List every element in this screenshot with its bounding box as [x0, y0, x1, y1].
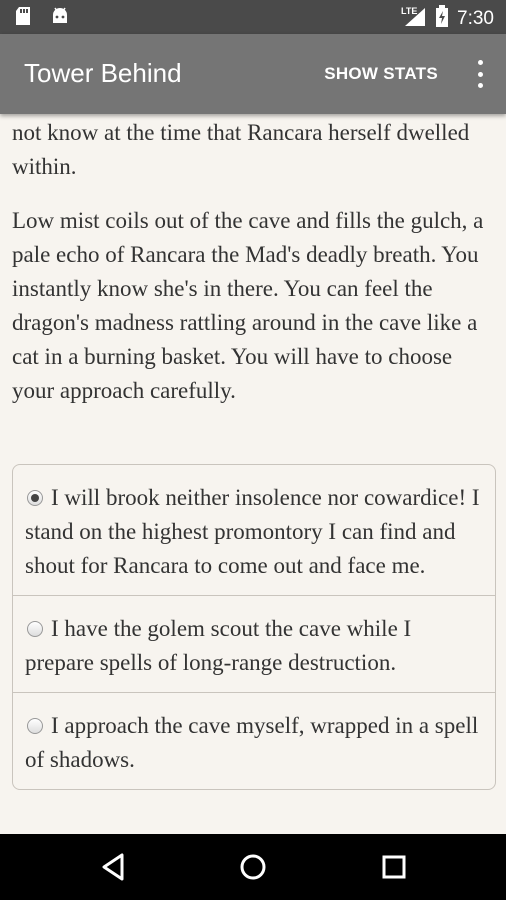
radio-unselected-icon[interactable] — [27, 717, 43, 734]
app-title: Tower Behind — [24, 58, 182, 88]
story-paragraph: Low mist coils out of the cave and fills… — [12, 208, 484, 403]
choice-option-3[interactable]: I approach the cave myself, wrapped in a… — [13, 692, 495, 789]
radio-selected-icon[interactable] — [27, 489, 43, 506]
story-paragraph: not know at the time that Rancara hersel… — [12, 120, 470, 179]
signal-icon: LTE — [401, 5, 427, 33]
clock: 7:30 — [457, 8, 494, 29]
navigation-bar — [0, 834, 506, 900]
choice-label: I will brook neither insolence nor cowar… — [25, 485, 480, 578]
sd-card-icon — [14, 6, 32, 31]
back-icon[interactable] — [97, 850, 131, 884]
recents-icon[interactable] — [377, 850, 411, 884]
status-bar: LTE 7:30 — [0, 0, 506, 34]
choice-list: I will brook neither insolence nor cowar… — [12, 464, 496, 790]
choice-option-1[interactable]: I will brook neither insolence nor cowar… — [13, 465, 495, 595]
app-bar: Tower Behind SHOW STATS — [0, 34, 506, 114]
network-label: LTE — [401, 6, 417, 16]
choice-label: I approach the cave myself, wrapped in a… — [25, 713, 479, 772]
more-vert-icon[interactable] — [476, 60, 484, 88]
battery-icon — [435, 5, 449, 33]
story-scroll-area[interactable]: not know at the time that Rancara hersel… — [0, 114, 506, 834]
choice-option-2[interactable]: I have the golem scout the cave while I … — [13, 595, 495, 692]
show-stats-button[interactable]: SHOW STATS — [324, 64, 438, 84]
radio-unselected-icon[interactable] — [27, 620, 43, 637]
android-icon — [50, 6, 70, 31]
choice-label: I have the golem scout the cave while I … — [25, 616, 412, 675]
home-icon[interactable] — [236, 850, 270, 884]
